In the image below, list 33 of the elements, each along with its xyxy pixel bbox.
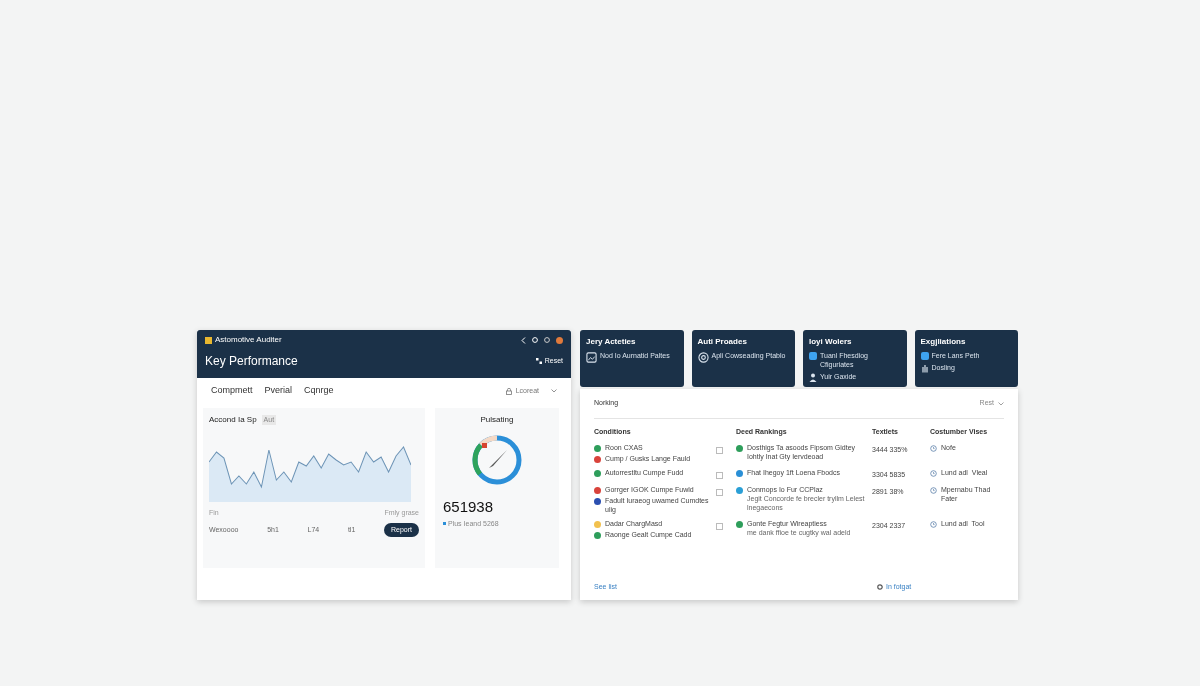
- card-title: Auti Proades: [697, 336, 748, 348]
- card-title: Accond Ia Sp: [209, 414, 257, 426]
- chevron-down-icon: [551, 389, 557, 393]
- avatar[interactable]: [556, 336, 563, 344]
- tab[interactable]: Compmett: [211, 384, 253, 398]
- app-name: Astomotive Auditer: [215, 334, 282, 346]
- tab[interactable]: Cqnrge: [304, 384, 334, 398]
- clock-icon: [930, 487, 937, 494]
- card-title: Jery Acteties: [586, 336, 637, 348]
- tab[interactable]: Pverial: [264, 384, 293, 398]
- lock-icon: [505, 387, 512, 395]
- row-checkbox[interactable]: [716, 489, 723, 496]
- clock-icon: [930, 469, 937, 477]
- person-icon: [809, 373, 817, 382]
- row-checkbox[interactable]: [716, 523, 723, 530]
- image-icon: [586, 352, 597, 363]
- page-title: Key Performance: [205, 353, 298, 370]
- gauge-value: 651938: [443, 497, 494, 517]
- row-checkbox[interactable]: [716, 471, 723, 479]
- back-icon[interactable]: [521, 336, 526, 344]
- grid-icon: [535, 358, 542, 364]
- row-checkbox[interactable]: [716, 446, 723, 454]
- card-title: Ioyi Wolers: [809, 336, 853, 348]
- chevron-down-icon: [998, 401, 1004, 406]
- logo-icon: [205, 336, 212, 344]
- square-icon: [809, 352, 817, 360]
- card-title: Pulsating: [480, 414, 514, 426]
- square-icon: [920, 352, 929, 360]
- card-title: Exgjliations: [920, 336, 967, 348]
- legend-swatch: [443, 522, 446, 526]
- clock-icon: [930, 444, 937, 452]
- disc-icon: [697, 352, 709, 363]
- clock-icon: [930, 521, 937, 528]
